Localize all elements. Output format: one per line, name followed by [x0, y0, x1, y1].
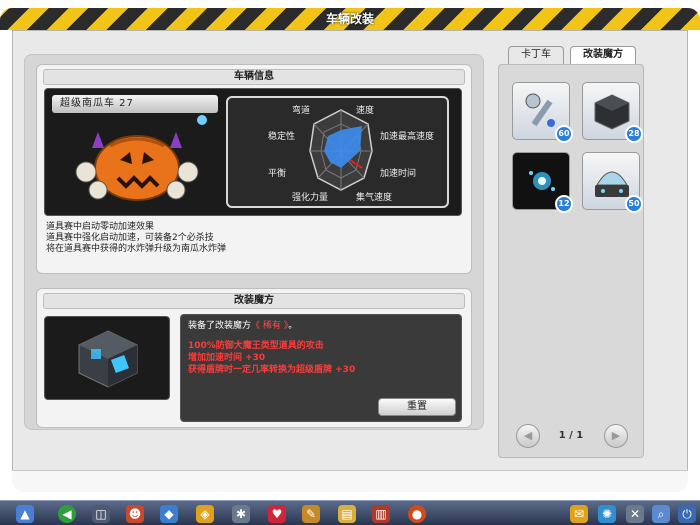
stat-label-stability: 稳定性 — [268, 132, 296, 142]
stat-label-balance: 平衡 — [268, 169, 287, 179]
stat-label-speed: 速度 — [356, 106, 375, 116]
item-count-badge: 12 — [555, 195, 573, 213]
description-line: 道具赛中启动零动加速效果 — [46, 222, 155, 232]
book-icon[interactable]: ▥ — [372, 505, 390, 523]
magic-effect: 增加加速时间 +30 — [188, 353, 266, 363]
character-icon[interactable]: ☻ — [126, 505, 144, 523]
search-icon[interactable]: ⌕ — [652, 505, 670, 523]
kart-name-label: 超级南瓜车 27 — [52, 95, 218, 113]
taskbar: ▲ ◀ ◫ ☻ ◆ ◈ ✱ ♥ ✎ ▤ ▥ ● ✉ ✺ ✕ ⌕ ⏻ — [0, 500, 700, 525]
stats-radar-chart — [309, 109, 373, 191]
bag-icon[interactable]: ✎ — [302, 505, 320, 523]
magic-effect: 100%防御大魔王类型道具的攻击 — [188, 341, 324, 351]
equipped-magic-name: 《 稀有 》 — [251, 321, 289, 331]
tab-tuning-magic[interactable]: 改装魔方 — [570, 46, 636, 64]
tab-kart[interactable]: 卡丁车 — [508, 46, 564, 64]
kart-description: 道具赛中启动零动加速效果 道具赛中强化启动加速，可装备2个必杀技 将在道具赛中获… — [46, 222, 456, 255]
next-page-button[interactable]: ▶ — [604, 424, 628, 448]
vehicle-info-header: 车辆信息 — [43, 69, 465, 85]
tuning-magic-header: 改装魔方 — [43, 293, 465, 309]
item-count-badge: 28 — [625, 125, 643, 143]
page-indicator: 1 / 1 — [558, 430, 584, 441]
folder-icon[interactable]: ▤ — [338, 505, 356, 523]
stat-label-power: 强化力量 — [292, 193, 329, 203]
equipped-prefix: 装备了改装魔方 — [188, 321, 252, 331]
power-icon[interactable]: ⏻ — [678, 505, 696, 523]
gift-icon[interactable]: ◈ — [196, 505, 214, 523]
pumpkin-kart-image — [75, 115, 207, 201]
game-icon[interactable]: ● — [408, 505, 426, 523]
shop-icon[interactable]: ◆ — [160, 505, 178, 523]
item-count-badge: 60 — [555, 125, 573, 143]
back-icon[interactable]: ◀ — [58, 505, 76, 523]
stat-label-boost-top-speed: 加速最高速度 — [380, 132, 435, 142]
gear-icon[interactable]: ✱ — [232, 505, 250, 523]
item-slot-blue-sparkle[interactable]: 12 — [512, 152, 573, 213]
description-line: 将在道具赛中获得的水炸弹升级为南瓜水炸弹 — [46, 244, 227, 254]
item-slot-dome-device[interactable]: 50 — [582, 152, 643, 213]
prev-page-button[interactable]: ◀ — [516, 424, 540, 448]
stat-label-cornering: 弯道 — [292, 106, 311, 116]
equipped-text: 装备了改装魔方《 稀有 》。 — [188, 320, 297, 332]
item-count-badge: 50 — [625, 195, 643, 213]
magic-preview-box — [44, 316, 170, 400]
note-icon[interactable]: ✉ — [570, 505, 588, 523]
window-title: 车辆改装 — [325, 12, 374, 26]
stats-radar-box: 弯道 速度 稳定性 加速最高速度 平衡 加速时间 强化力量 集气速度 — [226, 96, 449, 208]
item-slot-wrench[interactable]: 60 — [512, 82, 573, 143]
dome-device-icon — [595, 171, 629, 197]
heart-icon[interactable]: ♥ — [268, 505, 286, 523]
wrench-icon — [525, 93, 555, 127]
blue-sparkle-icon — [529, 171, 555, 191]
item-slot-dark-cube[interactable]: 28 — [582, 82, 643, 143]
description-line: 道具赛中强化启动加速，可装备2个必杀技 — [46, 233, 214, 243]
start-icon[interactable]: ▲ — [16, 505, 34, 523]
window-footer — [12, 470, 688, 492]
cube-icon — [78, 330, 138, 388]
stat-label-boost-time: 加速时间 — [380, 169, 417, 179]
network-icon[interactable]: ✺ — [598, 505, 616, 523]
equipped-suffix: 。 — [288, 321, 298, 331]
magic-effects-list: 100%防御大魔王类型道具的攻击 增加加速时间 +30 获得盾牌时一定几率转换为… — [188, 340, 458, 376]
tools-icon[interactable]: ✕ — [626, 505, 644, 523]
reset-button[interactable]: 重置 — [378, 398, 456, 416]
dark-cube-icon — [594, 94, 630, 130]
cart-icon[interactable]: ◫ — [92, 505, 110, 523]
stat-label-charge-speed: 集气速度 — [356, 193, 393, 203]
magic-effect: 获得盾牌时一定几率转换为超级盾牌 +30 — [188, 365, 356, 375]
